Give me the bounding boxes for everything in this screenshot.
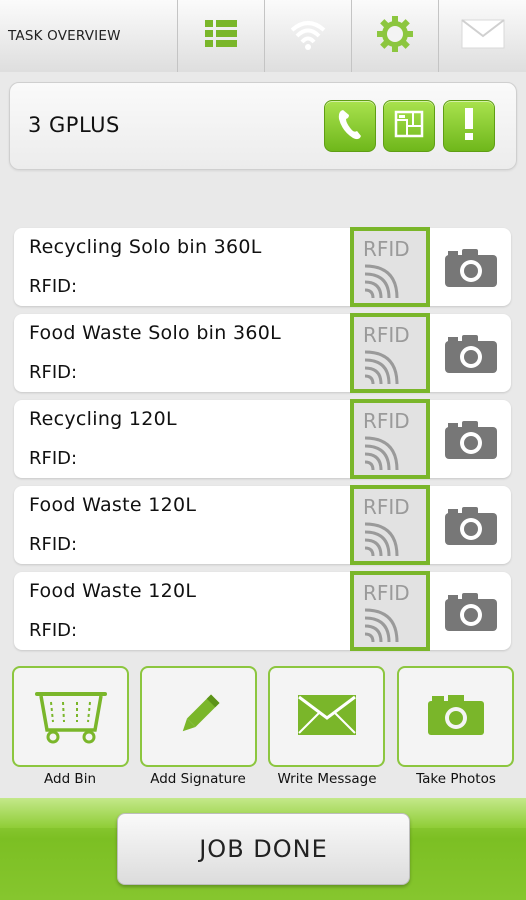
tab-settings[interactable] (352, 0, 439, 72)
bin-name: Recycling 120L (29, 408, 177, 430)
rfid-badge-text: RFID (363, 237, 410, 261)
rfid-icon: RFID (363, 495, 410, 557)
take-bin-photo-button[interactable] (444, 506, 498, 546)
mail-icon (460, 19, 505, 53)
bin-row[interactable]: Recycling Solo bin 360L RFID: RFID (14, 227, 511, 307)
camera-icon (426, 693, 486, 741)
bin-row[interactable]: Food Waste 120L RFID: RFID (14, 571, 511, 651)
rfid-scan-button[interactable]: RFID (350, 227, 430, 307)
rfid-badge-text: RFID (363, 323, 410, 347)
camera-icon (445, 421, 497, 459)
phone-icon (335, 107, 365, 145)
camera-icon (445, 335, 497, 373)
add-signature-button[interactable] (140, 666, 257, 767)
tab-task-overview[interactable]: TASK OVERVIEW (0, 0, 178, 72)
camera-icon (445, 593, 497, 631)
rfid-icon: RFID (363, 409, 410, 471)
map-button[interactable] (383, 100, 435, 152)
take-bin-photo-button[interactable] (444, 334, 498, 374)
rfid-label: RFID: (29, 534, 78, 555)
camera-icon (445, 507, 497, 545)
job-header-card: 3 GPLUS (9, 82, 517, 170)
tab-list[interactable] (178, 0, 265, 72)
bin-name: Recycling Solo bin 360L (29, 236, 262, 258)
wifi-icon (288, 16, 328, 56)
rfid-scan-button[interactable]: RFID (350, 571, 430, 651)
pencil-icon (174, 690, 224, 744)
bin-row[interactable]: Recycling 120L RFID: RFID (14, 399, 511, 479)
write-message-label: Write Message (277, 771, 377, 787)
rfid-icon: RFID (363, 323, 410, 385)
take-bin-photo-button[interactable] (444, 248, 498, 288)
rfid-scan-button[interactable]: RFID (350, 485, 430, 565)
call-button[interactable] (324, 100, 376, 152)
take-photos-button[interactable] (397, 666, 514, 767)
bin-name: Food Waste 120L (29, 494, 197, 516)
bin-name: Food Waste Solo bin 360L (29, 322, 281, 344)
add-bin-button[interactable] (12, 666, 129, 767)
tab-messages[interactable] (439, 0, 526, 72)
tab-wifi[interactable] (265, 0, 352, 72)
rfid-label: RFID: (29, 448, 78, 469)
rfid-badge-text: RFID (363, 581, 410, 605)
bin-icon (33, 686, 109, 748)
job-done-label: JOB DONE (199, 835, 328, 863)
rfid-label: RFID: (29, 362, 78, 383)
camera-icon (445, 249, 497, 287)
rfid-icon: RFID (363, 237, 410, 299)
rfid-label: RFID: (29, 620, 78, 641)
bin-row[interactable]: Food Waste 120L RFID: RFID (14, 485, 511, 565)
take-bin-photo-button[interactable] (444, 592, 498, 632)
add-signature-label: Add Signature (150, 771, 246, 787)
top-tab-bar: TASK OVERVIEW (0, 0, 526, 72)
tab-task-overview-label: TASK OVERVIEW (8, 28, 121, 44)
bin-name: Food Waste 120L (29, 580, 197, 602)
write-message-button[interactable] (268, 666, 385, 767)
bin-row[interactable]: Food Waste Solo bin 360L RFID: RFID (14, 313, 511, 393)
add-bin-label: Add Bin (44, 771, 96, 787)
alert-button[interactable] (443, 100, 495, 152)
alert-icon (462, 107, 476, 145)
map-icon (393, 108, 425, 144)
envelope-icon (297, 694, 357, 740)
list-icon (203, 18, 239, 54)
gear-icon (375, 14, 415, 58)
job-done-button[interactable]: JOB DONE (117, 813, 410, 885)
rfid-scan-button[interactable]: RFID (350, 399, 430, 479)
rfid-label: RFID: (29, 276, 78, 297)
take-photos-label: Take Photos (416, 771, 496, 787)
job-title: 3 GPLUS (28, 113, 120, 137)
rfid-scan-button[interactable]: RFID (350, 313, 430, 393)
rfid-badge-text: RFID (363, 409, 410, 433)
rfid-icon: RFID (363, 581, 410, 643)
rfid-badge-text: RFID (363, 495, 410, 519)
take-bin-photo-button[interactable] (444, 420, 498, 460)
